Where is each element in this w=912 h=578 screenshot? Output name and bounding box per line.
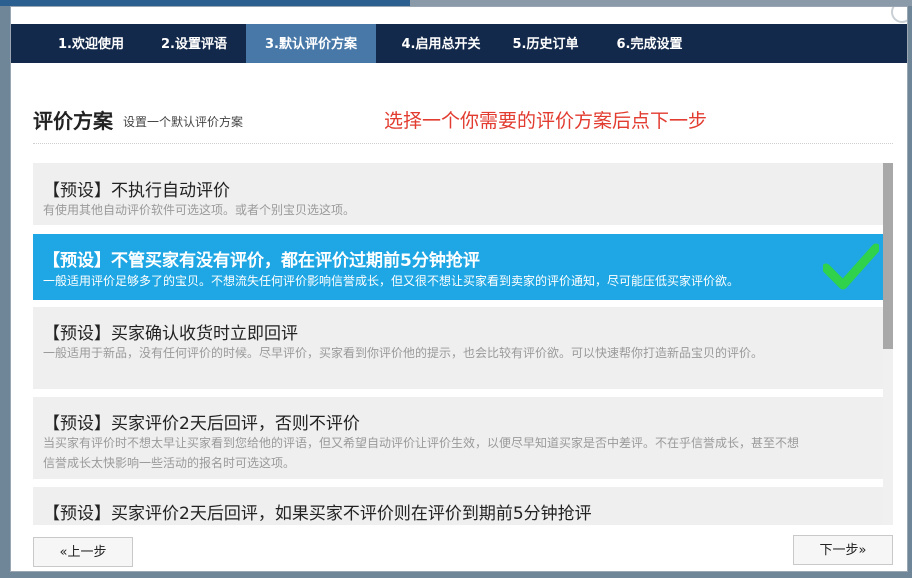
section-title: 评价方案 [33,109,113,133]
next-step-button[interactable]: 下一步» [793,535,893,565]
list-item-reply-after-2-days[interactable]: 【预设】买家评价2天后回评，否则不评价 当买家有评价时不想太早让买家看到您给他的… [33,397,883,479]
list-item-snipe-before-expiry[interactable]: 【预设】不管买家有没有评价，都在评价过期前5分钟抢评 一般适用评价足够多了的宝贝… [33,234,883,300]
previous-step-button[interactable]: «上一步 [33,537,133,567]
section-subtitle: 设置一个默认评价方案 [123,115,244,129]
instruction-hint: 选择一个你需要的评价方案后点下一步 [384,110,708,132]
setup-wizard-dialog: 1.欢迎使用 2.设置评语 3.默认评价方案 4.启用总开关 5.历史订单 6.… [10,6,908,572]
option-description: 当买家有评价时不想太早让买家看到您给他的评语，但又希望自动评价让评价生效，以便尽… [43,436,800,470]
option-description: 一般适用评价足够多了的宝贝。不想流失任何评价影响信誉成长，但又很不想让买家看到卖… [43,274,740,288]
option-title: 【预设】买家评价2天后回评，如果买家不评价则在评价到期前5分钟抢评 [43,504,592,524]
tab-default-plan[interactable]: 3.默认评价方案 [246,24,376,63]
list-item-instant-reply[interactable]: 【预设】买家确认收货时立即回评 一般适用于新品，没有任何评价的时候。尽早评价，买… [33,307,883,389]
option-title: 【预设】不执行自动评价 [43,181,230,201]
list-scrollbar-thumb[interactable] [883,163,893,349]
section-header: 评价方案 设置一个默认评价方案 选择一个你需要的评价方案后点下一步 [33,105,893,144]
tab-set-comments[interactable]: 2.设置评语 [149,24,239,63]
option-title: 【预设】不管买家有没有评价，都在评价过期前5分钟抢评 [43,251,480,271]
option-description: 一般适用于新品，没有任何评价的时候。尽早评价，买家看到你评价他的提示，也会比较有… [43,346,764,360]
option-title: 【预设】买家评价2天后回评，否则不评价 [43,414,360,434]
checkmark-icon [823,243,879,290]
list-item-reply-or-snipe[interactable]: 【预设】买家评价2天后回评，如果买家不评价则在评价到期前5分钟抢评 [33,487,883,525]
tab-history-orders[interactable]: 5.历史订单 [503,24,588,63]
option-title: 【预设】买家确认收货时立即回评 [43,324,298,344]
tab-welcome[interactable]: 1.欢迎使用 [46,24,136,63]
dialog-corner-button[interactable] [891,7,907,23]
plan-option-list: 【预设】不执行自动评价 有使用其他自动评价软件可选这项。或者个别宝贝选这项。 【… [33,163,893,525]
tab-finish[interactable]: 6.完成设置 [607,24,692,63]
tab-master-switch[interactable]: 4.启用总开关 [386,24,496,63]
wizard-step-tabs: 1.欢迎使用 2.设置评语 3.默认评价方案 4.启用总开关 5.历史订单 6.… [11,24,907,63]
list-item-no-auto-review[interactable]: 【预设】不执行自动评价 有使用其他自动评价软件可选这项。或者个别宝贝选这项。 [33,163,883,225]
option-description: 有使用其他自动评价软件可选这项。或者个别宝贝选这项。 [43,203,356,217]
